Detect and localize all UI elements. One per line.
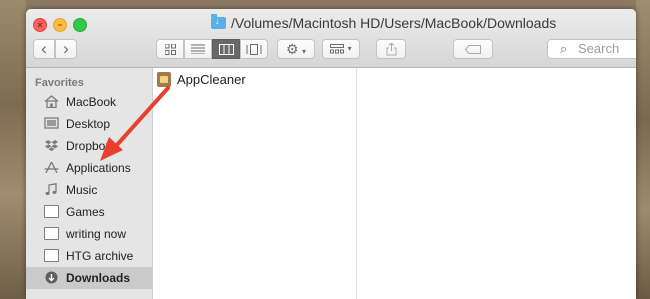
sidebar-item-dropbox[interactable]: Dropbox [26,135,152,157]
coverflow-view-button[interactable] [240,39,268,59]
sidebar-heading: Favorites [35,77,84,89]
list-view-button[interactable] [184,39,212,59]
back-icon: ‹ [41,39,47,58]
chevron-down-icon: ▾ [301,47,306,56]
gear-icon: ⚙ [286,41,299,57]
sidebar-item-games[interactable]: Games [26,201,152,223]
app-icon [157,72,171,87]
tag-icon [464,45,481,54]
search-icon: ⌕ [560,41,568,56]
chevron-down-icon: ▾ [347,44,352,53]
sidebar-item-music[interactable]: Music [26,179,152,201]
sidebar-item-label: Applications [66,161,131,175]
window-title-text: /Volumes/Macintosh HD/Users/MacBook/Down… [231,15,557,31]
zoom-button[interactable] [73,18,87,32]
applications-icon [44,161,59,174]
sidebar-item-desktop[interactable]: Desktop [26,113,152,135]
folder-icon [44,227,59,240]
coverflow-view-icon [246,44,262,55]
arrange-icon [330,44,345,54]
title-bar: × − /Volumes/Macintosh HD/Users/MacBook/… [26,9,636,68]
search-field[interactable]: ⌕ Search [547,39,636,59]
browser-column-1: AppCleaner [153,68,357,299]
sidebar-item-applications[interactable]: Applications [26,157,152,179]
action-menu-button[interactable]: ⚙ ▾ [277,39,315,59]
sidebar-item-htg-archive[interactable]: HTG archive [26,245,152,267]
search-placeholder: Search [578,41,620,56]
share-icon [386,42,396,56]
desktop-background-left [0,0,26,299]
arrange-menu-button[interactable]: ▾ [322,39,360,59]
home-icon [44,95,59,108]
list-view-icon [191,44,205,55]
browser-column-2 [357,68,636,299]
sidebar-item-writing-now[interactable]: writing now [26,223,152,245]
finder-window: × − /Volumes/Macintosh HD/Users/MacBook/… [26,9,636,299]
sidebar-item-label: Desktop [66,117,111,131]
sidebar-item-label: writing now [66,227,127,241]
sidebar-item-macbook[interactable]: MacBook [26,91,152,113]
sidebar: Favorites MacBook Desktop Dropbox Applic… [26,68,153,299]
back-button[interactable]: ‹ [33,39,55,59]
minimize-button[interactable]: − [53,18,67,32]
folder-icon [44,205,59,218]
desktop-background-right [636,0,650,299]
downloads-folder-icon [211,14,226,29]
close-button[interactable]: × [33,18,47,32]
sidebar-item-label: MacBook [66,95,117,109]
tags-button[interactable] [453,39,493,59]
downloads-icon [45,271,58,284]
sidebar-item-label: Music [66,183,98,197]
column-view-icon [218,44,234,55]
sidebar-item-label: Games [66,205,105,219]
sidebar-item-label: Dropbox [66,139,112,153]
sidebar-item-label: Downloads [66,271,131,285]
file-item-appcleaner[interactable]: AppCleaner [157,71,246,89]
dropbox-icon [45,140,58,151]
forward-icon: › [63,39,69,58]
forward-button[interactable]: › [55,39,77,59]
icon-view-button[interactable] [156,39,184,59]
file-item-label: AppCleaner [177,72,246,87]
desktop-icon [44,117,59,129]
column-view-button[interactable] [212,39,240,59]
window-title: /Volumes/Macintosh HD/Users/MacBook/Down… [211,14,557,31]
share-button[interactable] [376,39,406,59]
sidebar-item-downloads[interactable]: Downloads [26,267,152,289]
icon-view-icon [164,43,176,55]
folder-icon [44,249,59,262]
sidebar-item-label: HTG archive [66,249,134,263]
music-icon [45,183,57,196]
